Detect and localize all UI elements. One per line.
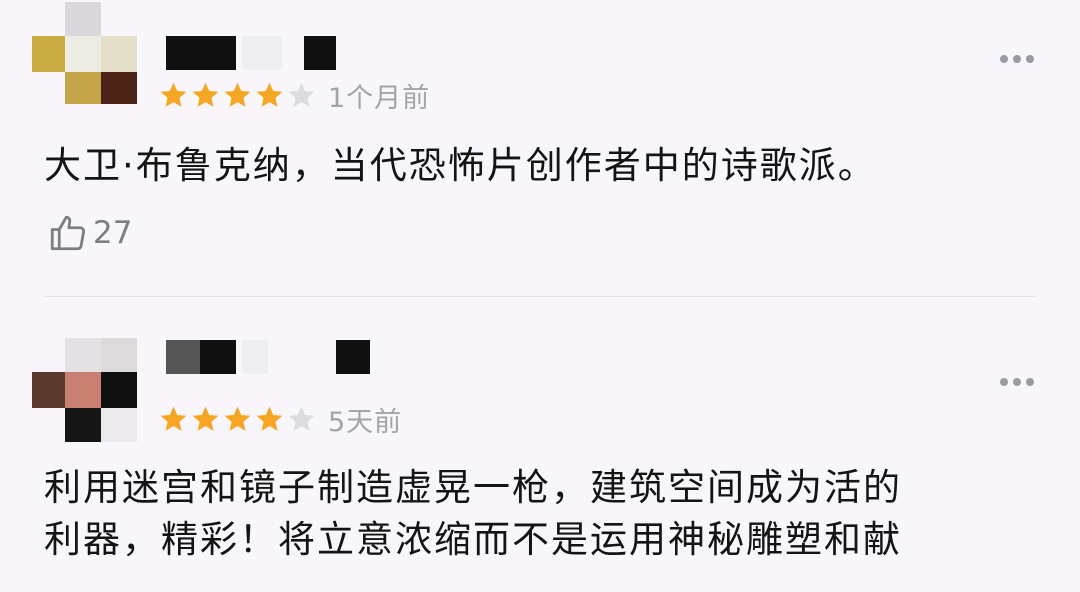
more-dots-icon[interactable] — [1000, 55, 1034, 63]
review-content: 大卫·布鲁克纳，当代恐怖片创作者中的诗歌派。 — [44, 144, 877, 187]
review-time: 1个月前 — [328, 82, 431, 114]
review-content-line: 利用迷宫和镜子制造虚晃一枪，建筑空间成为活的 — [44, 466, 902, 509]
thumbs-up-icon — [50, 215, 86, 251]
star-icon — [192, 406, 219, 431]
star-icon — [160, 82, 187, 107]
star-icon — [160, 406, 187, 431]
more-dots-icon[interactable] — [1000, 378, 1034, 386]
avatar[interactable] — [32, 338, 142, 448]
rating-row: 1个月前 — [158, 78, 431, 114]
review-item: 5天前 利用迷宫和镜子制造虚晃一枪，建筑空间成为活的 利器，精彩！将立意浓缩而不… — [0, 296, 1080, 592]
star-rating — [158, 404, 318, 435]
star-rating — [158, 80, 318, 111]
star-empty-icon — [288, 82, 315, 107]
review-item: 1个月前 大卫·布鲁克纳，当代恐怖片创作者中的诗歌派。 27 — [0, 0, 1080, 296]
like-button[interactable]: 27 — [47, 212, 132, 254]
avatar[interactable] — [32, 0, 142, 110]
review-content-line: 利器，精彩！将立意浓缩而不是运用神秘雕塑和献 — [44, 518, 902, 561]
star-icon — [224, 406, 251, 431]
star-icon — [256, 82, 283, 107]
star-icon — [256, 406, 283, 431]
star-empty-icon — [288, 406, 315, 431]
review-content: 利用迷宫和镜子制造虚晃一枪，建筑空间成为活的 利器，精彩！将立意浓缩而不是运用神… — [44, 462, 1044, 566]
rating-row: 5天前 — [158, 402, 403, 438]
star-icon — [224, 82, 251, 107]
review-time: 5天前 — [328, 406, 403, 438]
star-icon — [192, 82, 219, 107]
like-count: 27 — [93, 215, 133, 251]
